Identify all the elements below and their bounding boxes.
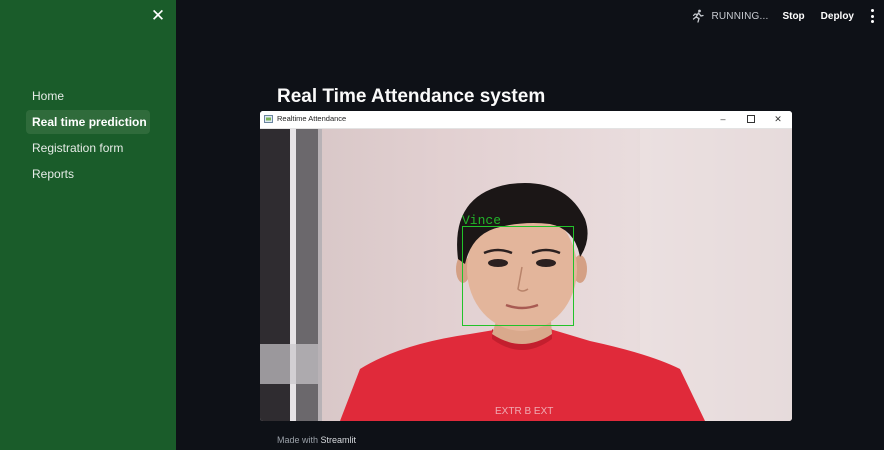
- realtime-video-window: Realtime Attendance – ✕ EXTR B EXT Vince: [260, 111, 792, 421]
- stop-button[interactable]: Stop: [782, 11, 804, 22]
- header-toolbar: RUNNING... Stop Deploy: [691, 8, 874, 24]
- footer: Made with Streamlit: [277, 435, 356, 445]
- window-title: Realtime Attendance: [277, 114, 347, 123]
- page-title: Real Time Attendance system: [277, 86, 546, 107]
- window-titlebar: Realtime Attendance – ✕: [260, 111, 792, 129]
- streamlit-link[interactable]: Streamlit: [321, 435, 357, 445]
- sidebar-item-reports[interactable]: Reports: [26, 162, 150, 186]
- window-close-icon[interactable]: ✕: [771, 113, 785, 125]
- sidebar: ✕ Home Real time prediction Registration…: [0, 0, 176, 450]
- svg-text:EXTR B EXT: EXTR B EXT: [495, 406, 553, 417]
- close-icon[interactable]: ✕: [150, 7, 166, 24]
- sidebar-item-real-time-prediction[interactable]: Real time prediction: [26, 110, 150, 134]
- kebab-menu-icon[interactable]: [870, 9, 874, 23]
- webcam-feed: EXTR B EXT Vince: [260, 129, 792, 421]
- sidebar-nav: Home Real time prediction Registration f…: [26, 84, 150, 188]
- footer-prefix: Made with: [277, 435, 319, 445]
- deploy-button[interactable]: Deploy: [821, 11, 854, 22]
- sidebar-item-registration-form[interactable]: Registration form: [26, 136, 150, 160]
- running-status: RUNNING...: [711, 10, 769, 22]
- app-window-icon: [264, 115, 273, 123]
- minimize-icon[interactable]: –: [716, 113, 730, 125]
- maximize-icon[interactable]: [744, 113, 758, 125]
- sidebar-item-home[interactable]: Home: [26, 84, 150, 108]
- running-man-icon: [693, 9, 705, 23]
- face-bounding-box: [462, 226, 574, 326]
